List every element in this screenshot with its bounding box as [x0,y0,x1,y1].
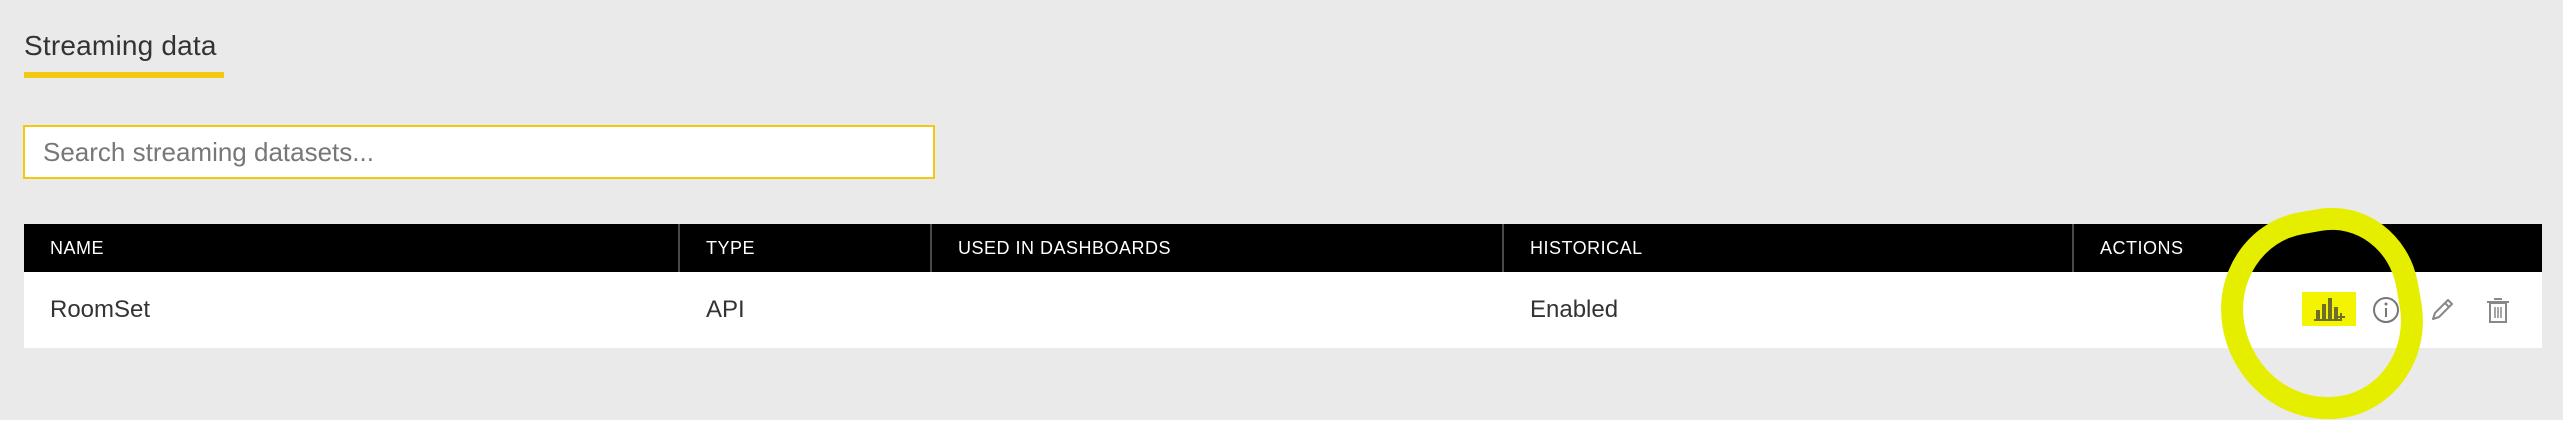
column-header-name[interactable]: NAME [24,224,678,272]
title-underline [24,72,224,78]
datasets-table: NAME TYPE USED IN DASHBOARDS HISTORICAL … [24,224,2542,348]
cell-historical: Enabled [1530,296,1619,323]
edit-icon [2432,299,2453,320]
column-header-type[interactable]: TYPE [680,224,930,272]
streaming-data-panel: Streaming data NAME TYPE USED IN DASHBOA… [0,0,2563,420]
column-header-used-in-dashboards[interactable]: USED IN DASHBOARDS [932,224,1502,272]
column-header-actions: ACTIONS [2100,238,2184,258]
column-header-historical[interactable]: HISTORICAL [1504,224,2072,272]
delete-button[interactable] [2480,292,2516,328]
create-report-button[interactable] [2302,292,2356,326]
cell-type: API [706,296,745,323]
create-report-icon [2314,298,2345,321]
delete-icon [2487,298,2509,323]
info-icon [2373,297,2399,323]
table-row[interactable]: RoomSet API Enabled [24,272,2542,348]
info-button[interactable] [2368,292,2404,328]
search-input[interactable] [23,125,935,179]
page-title: Streaming data [24,30,217,61]
cell-used-in-dashboards [932,272,1502,348]
edit-button[interactable] [2424,292,2460,328]
table-header: NAME TYPE USED IN DASHBOARDS HISTORICAL … [24,224,2542,272]
cell-name: RoomSet [50,296,151,323]
